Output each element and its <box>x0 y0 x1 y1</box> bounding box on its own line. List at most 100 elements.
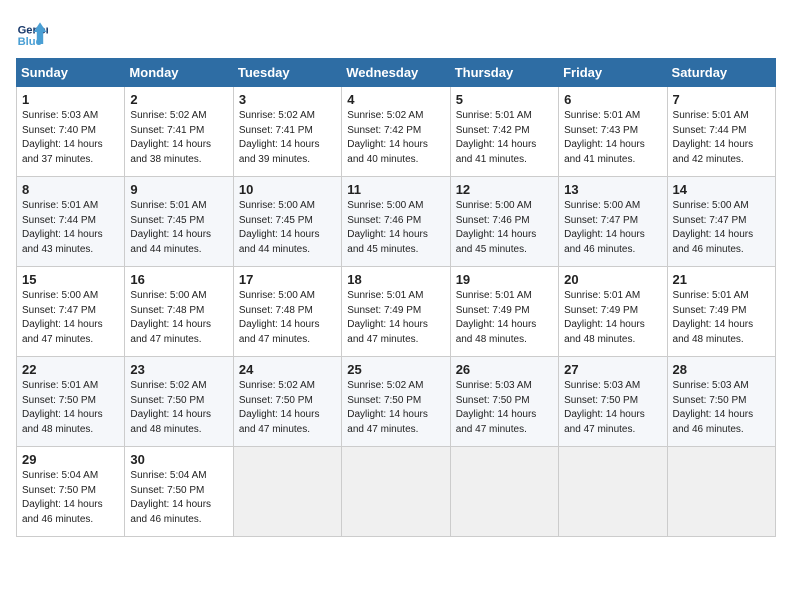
day-info: Sunrise: 5:00 AM Sunset: 7:48 PM Dayligh… <box>130 289 227 347</box>
day-info: Sunrise: 5:00 AM Sunset: 7:48 PM Dayligh… <box>239 289 336 347</box>
calendar-cell: 16 Sunrise: 5:00 AM Sunset: 7:48 PM Dayli… <box>125 267 233 357</box>
calendar-cell: 9 Sunrise: 5:01 AM Sunset: 7:45 PM Daylig… <box>125 177 233 267</box>
day-info: Sunrise: 5:00 AM Sunset: 7:47 PM Dayligh… <box>564 199 661 257</box>
weekday-header: Thursday <box>450 59 558 87</box>
day-info: Sunrise: 5:02 AM Sunset: 7:50 PM Dayligh… <box>347 379 444 437</box>
day-info: Sunrise: 5:03 AM Sunset: 7:50 PM Dayligh… <box>456 379 553 437</box>
calendar-cell: 7Sunrise: 5:01 AM Sunset: 7:44 PM Daylig… <box>667 87 775 177</box>
logo: General Blue <box>16 16 52 48</box>
day-number: 17 <box>239 272 336 287</box>
calendar-cell: 19 Sunrise: 5:01 AM Sunset: 7:49 PM Dayli… <box>450 267 558 357</box>
weekday-header: Friday <box>559 59 667 87</box>
day-info: Sunrise: 5:00 AM Sunset: 7:45 PM Dayligh… <box>239 199 336 257</box>
day-info: Sunrise: 5:00 AM Sunset: 7:46 PM Dayligh… <box>456 199 553 257</box>
day-number: 8 <box>22 182 119 197</box>
calendar-cell: 27 Sunrise: 5:03 AM Sunset: 7:50 PM Dayli… <box>559 357 667 447</box>
calendar-cell: 3 Sunrise: 5:02 AM Sunset: 7:41 PM Daylig… <box>233 87 341 177</box>
calendar-week-row: 8 Sunrise: 5:01 AM Sunset: 7:44 PM Daylig… <box>17 177 776 267</box>
day-number: 29 <box>22 452 119 467</box>
calendar-cell: 15 Sunrise: 5:00 AM Sunset: 7:47 PM Dayli… <box>17 267 125 357</box>
day-info: Sunrise: 5:01 AM Sunset: 7:49 PM Dayligh… <box>564 289 661 347</box>
day-number: 25 <box>347 362 444 377</box>
day-number: 3 <box>239 92 336 107</box>
calendar-cell: 13 Sunrise: 5:00 AM Sunset: 7:47 PM Dayli… <box>559 177 667 267</box>
day-info: Sunrise: 5:02 AM Sunset: 7:42 PM Dayligh… <box>347 109 444 167</box>
calendar-cell <box>667 447 775 537</box>
day-info: Sunrise: 5:01 AM Sunset: 7:49 PM Dayligh… <box>456 289 553 347</box>
day-number: 22 <box>22 362 119 377</box>
weekday-header: Sunday <box>17 59 125 87</box>
day-number: 14 <box>673 182 770 197</box>
calendar-cell: 28 Sunrise: 5:03 AM Sunset: 7:50 PM Dayli… <box>667 357 775 447</box>
calendar-cell: 2Sunrise: 5:02 AM Sunset: 7:41 PM Daylig… <box>125 87 233 177</box>
calendar-cell: 20 Sunrise: 5:01 AM Sunset: 7:49 PM Dayli… <box>559 267 667 357</box>
day-number: 23 <box>130 362 227 377</box>
day-number: 26 <box>456 362 553 377</box>
calendar-week-row: 29 Sunrise: 5:04 AM Sunset: 7:50 PM Dayli… <box>17 447 776 537</box>
day-number: 18 <box>347 272 444 287</box>
calendar-cell <box>342 447 450 537</box>
day-number: 2 <box>130 92 227 107</box>
day-number: 28 <box>673 362 770 377</box>
day-number: 6 <box>564 92 661 107</box>
calendar-cell: 21 Sunrise: 5:01 AM Sunset: 7:49 PM Dayli… <box>667 267 775 357</box>
day-info: Sunrise: 5:00 AM Sunset: 7:47 PM Dayligh… <box>22 289 119 347</box>
day-number: 27 <box>564 362 661 377</box>
day-info: Sunrise: 5:02 AM Sunset: 7:50 PM Dayligh… <box>130 379 227 437</box>
calendar-cell: 24Sunrise: 5:02 AM Sunset: 7:50 PM Dayli… <box>233 357 341 447</box>
day-info: Sunrise: 5:03 AM Sunset: 7:50 PM Dayligh… <box>673 379 770 437</box>
calendar-cell: 5 Sunrise: 5:01 AM Sunset: 7:42 PM Daylig… <box>450 87 558 177</box>
day-info: Sunrise: 5:04 AM Sunset: 7:50 PM Dayligh… <box>22 469 119 527</box>
day-info: Sunrise: 5:03 AM Sunset: 7:40 PM Dayligh… <box>22 109 119 167</box>
calendar-cell: 11 Sunrise: 5:00 AM Sunset: 7:46 PM Dayli… <box>342 177 450 267</box>
day-number: 20 <box>564 272 661 287</box>
calendar-table: SundayMondayTuesdayWednesdayThursdayFrid… <box>16 58 776 537</box>
weekday-header: Tuesday <box>233 59 341 87</box>
day-info: Sunrise: 5:01 AM Sunset: 7:42 PM Dayligh… <box>456 109 553 167</box>
day-number: 9 <box>130 182 227 197</box>
day-number: 16 <box>130 272 227 287</box>
weekday-header: Monday <box>125 59 233 87</box>
calendar-cell: 10 Sunrise: 5:00 AM Sunset: 7:45 PM Dayli… <box>233 177 341 267</box>
calendar-week-row: 15 Sunrise: 5:00 AM Sunset: 7:47 PM Dayli… <box>17 267 776 357</box>
calendar-cell: 1 Sunrise: 5:03 AM Sunset: 7:40 PM Daylig… <box>17 87 125 177</box>
day-info: Sunrise: 5:04 AM Sunset: 7:50 PM Dayligh… <box>130 469 227 527</box>
day-info: Sunrise: 5:01 AM Sunset: 7:49 PM Dayligh… <box>673 289 770 347</box>
calendar-week-row: 1 Sunrise: 5:03 AM Sunset: 7:40 PM Daylig… <box>17 87 776 177</box>
calendar-cell: 18 Sunrise: 5:01 AM Sunset: 7:49 PM Dayli… <box>342 267 450 357</box>
day-number: 21 <box>673 272 770 287</box>
day-number: 11 <box>347 182 444 197</box>
day-info: Sunrise: 5:03 AM Sunset: 7:50 PM Dayligh… <box>564 379 661 437</box>
day-info: Sunrise: 5:01 AM Sunset: 7:43 PM Dayligh… <box>564 109 661 167</box>
day-number: 30 <box>130 452 227 467</box>
day-info: Sunrise: 5:01 AM Sunset: 7:49 PM Dayligh… <box>347 289 444 347</box>
calendar-cell: 4 Sunrise: 5:02 AM Sunset: 7:42 PM Daylig… <box>342 87 450 177</box>
calendar-cell: 17 Sunrise: 5:00 AM Sunset: 7:48 PM Dayli… <box>233 267 341 357</box>
calendar-cell: 6 Sunrise: 5:01 AM Sunset: 7:43 PM Daylig… <box>559 87 667 177</box>
day-number: 19 <box>456 272 553 287</box>
day-info: Sunrise: 5:01 AM Sunset: 7:44 PM Dayligh… <box>673 109 770 167</box>
day-info: Sunrise: 5:02 AM Sunset: 7:41 PM Dayligh… <box>239 109 336 167</box>
day-info: Sunrise: 5:02 AM Sunset: 7:50 PM Dayligh… <box>239 379 336 437</box>
day-info: Sunrise: 5:01 AM Sunset: 7:50 PM Dayligh… <box>22 379 119 437</box>
weekday-header: Wednesday <box>342 59 450 87</box>
day-number: 10 <box>239 182 336 197</box>
calendar-cell: 23 Sunrise: 5:02 AM Sunset: 7:50 PM Dayli… <box>125 357 233 447</box>
day-number: 1 <box>22 92 119 107</box>
calendar-cell: 30 Sunrise: 5:04 AM Sunset: 7:50 PM Dayli… <box>125 447 233 537</box>
day-number: 15 <box>22 272 119 287</box>
calendar-cell: 25 Sunrise: 5:02 AM Sunset: 7:50 PM Dayli… <box>342 357 450 447</box>
day-number: 13 <box>564 182 661 197</box>
day-number: 4 <box>347 92 444 107</box>
day-info: Sunrise: 5:01 AM Sunset: 7:44 PM Dayligh… <box>22 199 119 257</box>
calendar-week-row: 22 Sunrise: 5:01 AM Sunset: 7:50 PM Dayli… <box>17 357 776 447</box>
day-info: Sunrise: 5:01 AM Sunset: 7:45 PM Dayligh… <box>130 199 227 257</box>
calendar-cell: 26 Sunrise: 5:03 AM Sunset: 7:50 PM Dayli… <box>450 357 558 447</box>
calendar-cell <box>450 447 558 537</box>
day-number: 5 <box>456 92 553 107</box>
page-header: General Blue <box>16 16 776 48</box>
day-info: Sunrise: 5:00 AM Sunset: 7:46 PM Dayligh… <box>347 199 444 257</box>
day-number: 12 <box>456 182 553 197</box>
calendar-cell: 29 Sunrise: 5:04 AM Sunset: 7:50 PM Dayli… <box>17 447 125 537</box>
calendar-header-row: SundayMondayTuesdayWednesdayThursdayFrid… <box>17 59 776 87</box>
